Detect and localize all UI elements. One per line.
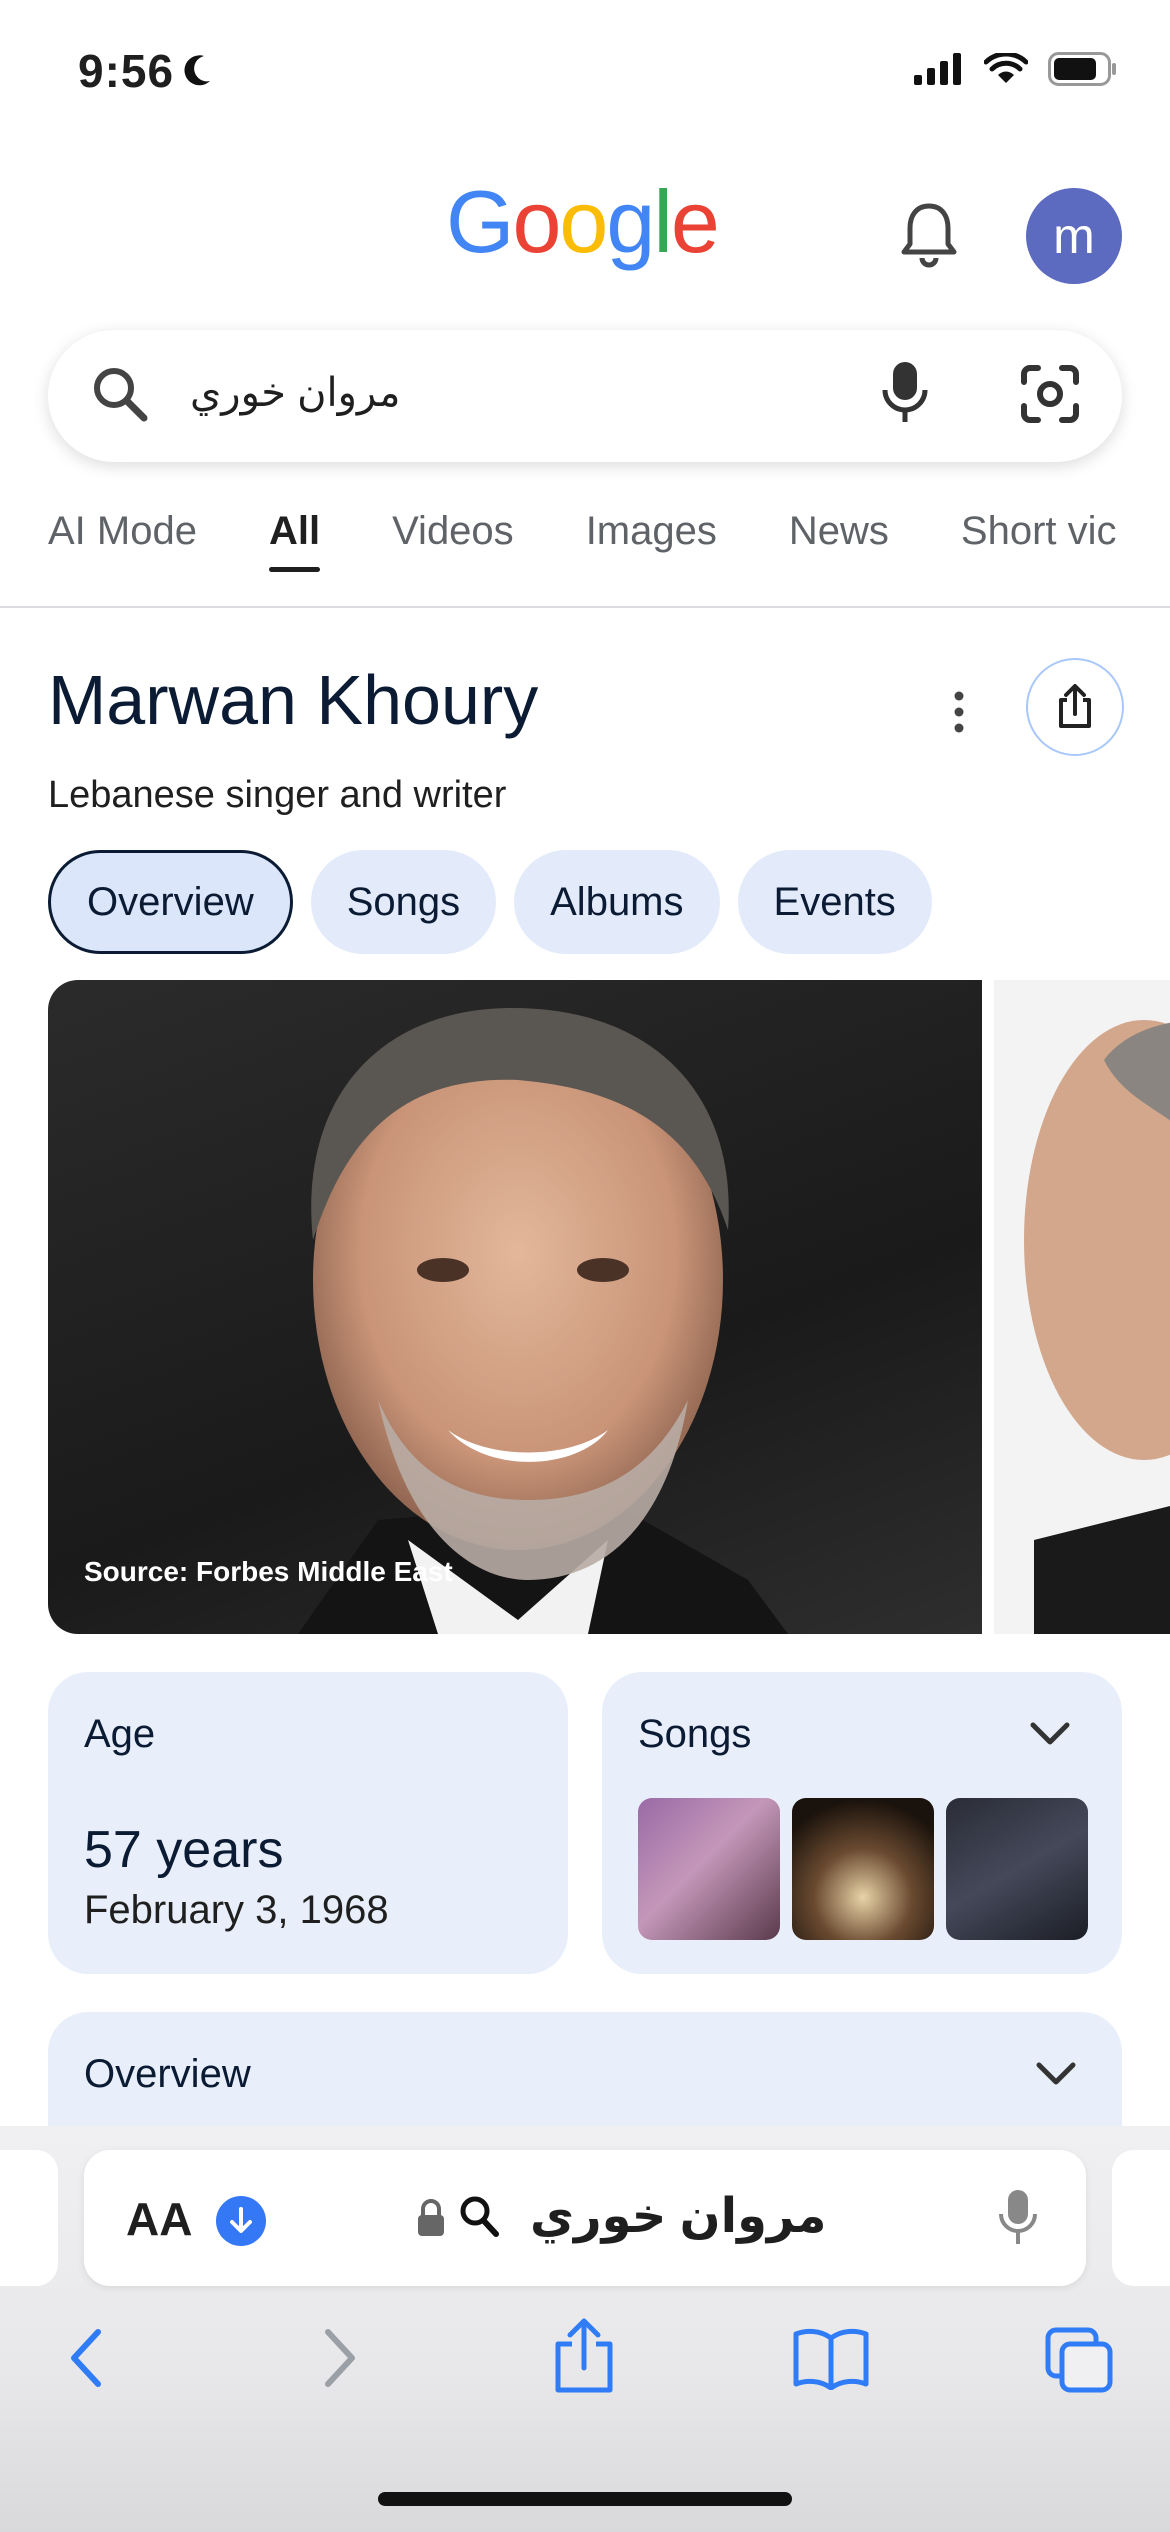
entity-subtitle: Lebanese singer and writer	[48, 774, 507, 816]
time-text: 9:56	[78, 45, 175, 97]
previous-tab-preview[interactable]	[0, 2150, 58, 2286]
download-badge[interactable]	[216, 2196, 266, 2246]
chip-songs[interactable]: Songs	[310, 850, 497, 954]
address-text[interactable]: مروان خوري	[530, 2188, 826, 2244]
mic-icon[interactable]	[880, 360, 930, 426]
tab-divider	[0, 606, 1170, 608]
portrait-illustration	[298, 1007, 788, 1634]
home-indicator[interactable]	[378, 2492, 792, 2506]
overview-label: Overview	[84, 2052, 251, 2096]
search-tabs: AI Mode All Videos Images News Short vic	[48, 500, 1153, 580]
next-tab-preview[interactable]	[1112, 2150, 1170, 2286]
entity-next-image[interactable]	[994, 980, 1170, 1634]
chevron-down-icon[interactable]	[1034, 2060, 1078, 2088]
song-thumbnail[interactable]	[638, 1798, 780, 1940]
portrait-illustration-2	[1024, 1020, 1170, 1634]
tab-ai-mode[interactable]: AI Mode	[48, 500, 233, 580]
back-icon[interactable]	[64, 2326, 108, 2390]
share-button[interactable]	[1026, 658, 1124, 756]
bell-icon	[901, 203, 957, 268]
age-value: 57 years	[84, 1821, 284, 1879]
wifi-icon	[984, 53, 1028, 83]
battery-icon	[1048, 52, 1116, 86]
signal-icon	[914, 53, 961, 85]
search-icon	[460, 2196, 499, 2237]
chip-overview[interactable]: Overview	[48, 850, 293, 954]
status-time: 9:56	[78, 44, 212, 98]
tab-news[interactable]: News	[753, 500, 925, 580]
moon-icon	[184, 55, 211, 86]
tab-images[interactable]: Images	[550, 500, 753, 580]
entity-title: Marwan Khoury	[48, 661, 539, 739]
google-logo[interactable]: Google	[446, 178, 720, 266]
birth-date: February 3, 1968	[84, 1888, 389, 1932]
reader-settings-button[interactable]: AA	[126, 2192, 192, 2246]
age-label: Age	[84, 1712, 156, 1756]
search-icon	[94, 368, 148, 422]
tab-all[interactable]: All	[233, 500, 356, 580]
tab-videos[interactable]: Videos	[356, 500, 550, 580]
tab-short-videos[interactable]: Short vic	[925, 500, 1153, 580]
download-icon	[230, 2207, 252, 2233]
avatar[interactable]: m	[1026, 188, 1122, 284]
mic-icon[interactable]	[998, 2188, 1038, 2246]
share-icon	[1059, 684, 1091, 728]
status-icons	[914, 52, 1118, 86]
forward-icon[interactable]	[318, 2326, 362, 2390]
entity-chips: Overview Songs Albums Events	[48, 850, 932, 954]
bookmarks-icon[interactable]	[792, 2326, 870, 2390]
avatar-letter: m	[1053, 208, 1095, 264]
more-vert-icon[interactable]	[944, 690, 974, 734]
search-input[interactable]: مروان خوري	[190, 370, 400, 416]
image-source-caption: Source: Forbes Middle East	[84, 1556, 453, 1587]
chip-events[interactable]: Events	[737, 850, 932, 954]
lens-icon[interactable]	[1018, 364, 1082, 424]
notifications-button[interactable]	[896, 200, 962, 275]
songs-label: Songs	[638, 1712, 752, 1756]
song-thumbnail[interactable]	[946, 1798, 1088, 1940]
song-thumbnail[interactable]	[792, 1798, 934, 1940]
share-icon[interactable]	[552, 2318, 616, 2394]
chevron-down-icon[interactable]	[1028, 1720, 1072, 1748]
chip-albums[interactable]: Albums	[514, 850, 720, 954]
entity-main-image[interactable]	[48, 980, 982, 1634]
tabs-icon[interactable]	[1044, 2326, 1116, 2394]
lock-icon	[418, 2199, 444, 2236]
